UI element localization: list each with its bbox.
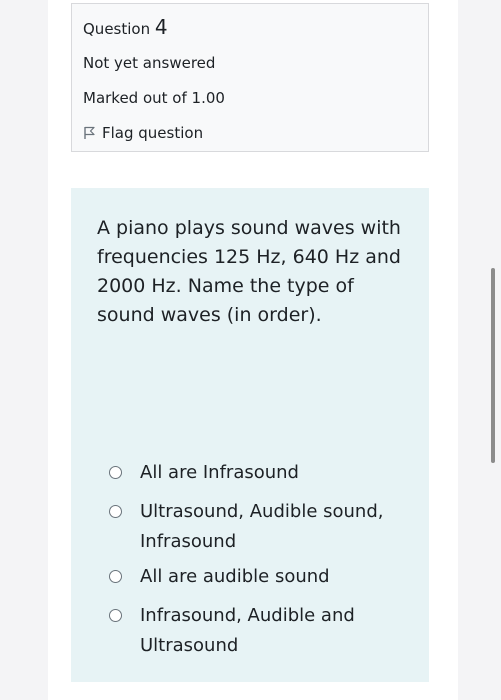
question-info-box: Question 4 Not yet answered Marked out o… xyxy=(71,3,429,152)
question-number: 4 xyxy=(154,15,168,39)
answer-option[interactable]: Infrasound, Audible and Ultrasound xyxy=(109,601,385,661)
answer-option-label: Ultrasound, Audible sound, Infrasound xyxy=(140,501,384,552)
answer-option-label: Infrasound, Audible and Ultrasound xyxy=(140,605,355,656)
flag-question-link[interactable]: Flag question xyxy=(83,124,203,142)
question-label: Question xyxy=(83,20,151,38)
radio-button[interactable] xyxy=(109,466,122,479)
flag-icon xyxy=(83,126,96,140)
radio-button[interactable] xyxy=(109,609,122,622)
question-heading: Question 4 xyxy=(83,15,168,39)
answer-option-label: All are audible sound xyxy=(140,566,330,587)
radio-button[interactable] xyxy=(109,505,122,518)
question-text: A piano plays sound waves with frequenci… xyxy=(97,217,401,326)
question-state: Not yet answered xyxy=(83,54,216,72)
answer-option[interactable]: All are audible sound xyxy=(109,562,385,592)
flag-question-label: Flag question xyxy=(102,124,204,142)
scrollbar[interactable] xyxy=(491,268,495,463)
answer-option[interactable]: Ultrasound, Audible sound, Infrasound xyxy=(109,497,385,557)
answer-option-label: All are Infrasound xyxy=(140,462,299,483)
radio-button[interactable] xyxy=(109,570,122,583)
question-content: A piano plays sound waves with frequenci… xyxy=(71,188,429,682)
answer-option[interactable]: All are Infrasound xyxy=(109,458,385,488)
question-grade: Marked out of 1.00 xyxy=(83,89,225,107)
